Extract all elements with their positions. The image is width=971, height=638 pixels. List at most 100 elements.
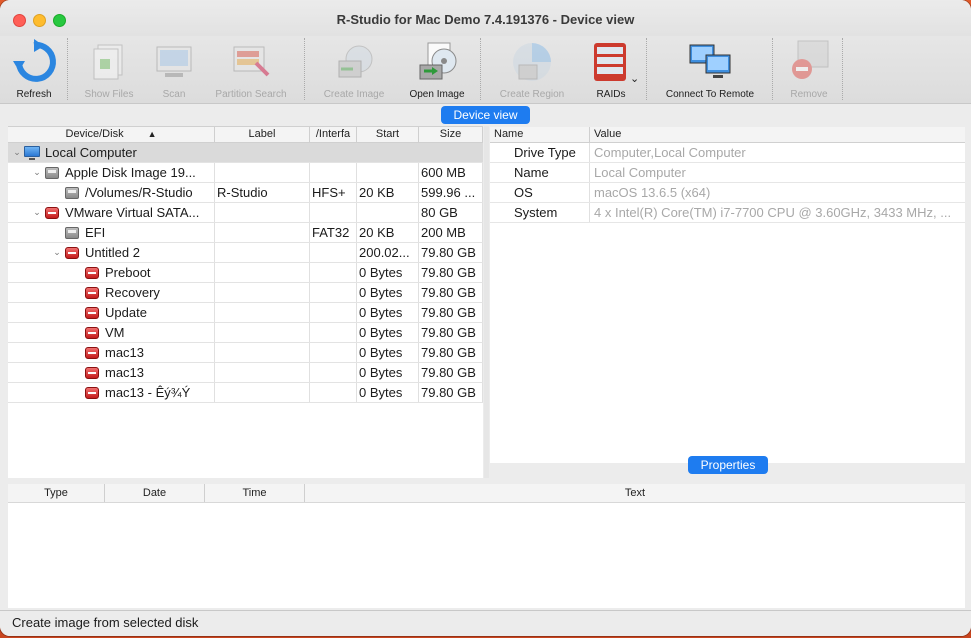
device-name: /Volumes/R-Studio: [85, 185, 193, 200]
container-icon: [64, 246, 80, 260]
device-name: VM: [105, 325, 125, 340]
scan-label: Scan: [162, 89, 186, 100]
col-date[interactable]: Date: [105, 484, 205, 502]
table-row[interactable]: EFI FAT32 20 KB 200 MB: [8, 223, 483, 243]
device-name: Update: [105, 305, 147, 320]
log-header: Type Date Time Text: [8, 484, 965, 503]
property-row[interactable]: Name Local Computer: [490, 163, 965, 183]
volume-icon: [64, 186, 80, 200]
raids-button[interactable]: RAIDs: [586, 36, 636, 102]
properties-panel: Name Value Drive Type Computer,Local Com…: [490, 127, 965, 463]
volume-icon: [84, 346, 100, 360]
status-bar: Create image from selected disk: [0, 610, 971, 636]
refresh-label: Refresh: [16, 89, 52, 100]
app-window: R-Studio for Mac Demo 7.4.191376 - Devic…: [0, 0, 971, 636]
refresh-button[interactable]: Refresh: [8, 36, 60, 102]
device-name: EFI: [85, 225, 106, 240]
create-region-button[interactable]: Create Region: [494, 36, 570, 102]
col-device-disk[interactable]: Device/Disk ▲: [8, 127, 215, 142]
partition-search-label: Partition Search: [215, 89, 287, 100]
raids-dropdown-chevron-icon[interactable]: ⌄: [630, 72, 639, 85]
col-size[interactable]: Size: [419, 127, 483, 142]
device-name: Preboot: [105, 265, 151, 280]
properties-header: Name Value: [490, 127, 965, 143]
col-interface[interactable]: /Interfa: [310, 127, 357, 142]
property-row[interactable]: System 4 x Intel(R) Core(TM) i7-7700 CPU…: [490, 203, 965, 223]
log-panel: Type Date Time Text: [8, 484, 965, 608]
device-name: Apple Disk Image 19...: [65, 165, 196, 180]
partition-search-icon: [228, 39, 274, 85]
open-image-label: Open Image: [409, 89, 465, 100]
device-table-header: Device/Disk ▲ Label /Interfa Start Size: [8, 127, 483, 143]
col-text[interactable]: Text: [305, 484, 965, 502]
device-name: VMware Virtual SATA...: [65, 205, 200, 220]
volume-icon: [84, 366, 100, 380]
create-image-icon: [331, 39, 377, 85]
remove-label: Remove: [790, 89, 828, 100]
table-row[interactable]: Update 0 Bytes 79.80 GB: [8, 303, 483, 323]
show-files-label: Show Files: [84, 89, 134, 100]
col-start[interactable]: Start: [357, 127, 419, 142]
table-row[interactable]: mac13 - Êý¾Ý 0 Bytes 79.80 GB: [8, 383, 483, 403]
raids-label: RAIDs: [596, 89, 626, 100]
properties-header-pill: Properties: [688, 456, 768, 474]
remove-button[interactable]: Remove: [784, 36, 834, 102]
open-image-icon: [414, 39, 460, 85]
table-row[interactable]: Preboot 0 Bytes 79.80 GB: [8, 263, 483, 283]
chevron-down-icon[interactable]: ⌄: [30, 203, 44, 222]
table-row[interactable]: ⌄ Local Computer: [8, 143, 483, 163]
property-row[interactable]: Drive Type Computer,Local Computer: [490, 143, 965, 163]
create-image-button[interactable]: Create Image: [316, 36, 392, 102]
create-region-icon: [509, 39, 555, 85]
table-row[interactable]: mac13 0 Bytes 79.80 GB: [8, 343, 483, 363]
chevron-down-icon[interactable]: ⌄: [10, 143, 24, 162]
create-image-label: Create Image: [323, 89, 385, 100]
col-label[interactable]: Label: [215, 127, 310, 142]
volume-icon: [84, 326, 100, 340]
volume-icon: [84, 286, 100, 300]
refresh-icon: [11, 39, 57, 85]
volume-icon: [84, 386, 100, 400]
chevron-down-icon[interactable]: ⌄: [30, 163, 44, 182]
table-row[interactable]: ⌄ Untitled 2 200.02... 79.80 GB: [8, 243, 483, 263]
window-title: R-Studio for Mac Demo 7.4.191376 - Devic…: [336, 12, 635, 27]
device-name: Recovery: [105, 285, 160, 300]
scan-icon: [151, 39, 197, 85]
scan-button[interactable]: Scan: [148, 36, 200, 102]
device-name: mac13 - Êý¾Ý: [105, 385, 191, 400]
open-image-button[interactable]: Open Image: [404, 36, 470, 102]
device-name: mac13: [105, 345, 145, 360]
col-type[interactable]: Type: [8, 484, 105, 502]
table-row[interactable]: Recovery 0 Bytes 79.80 GB: [8, 283, 483, 303]
device-name: Local Computer: [45, 145, 137, 160]
raids-icon: [588, 39, 634, 85]
hard-disk-icon: [44, 206, 60, 220]
col-value[interactable]: Value: [590, 127, 965, 142]
table-row[interactable]: ⌄ Apple Disk Image 19... 600 MB: [8, 163, 483, 183]
computer-icon: [24, 145, 40, 160]
volume-icon: [84, 306, 100, 320]
connect-to-remote-button[interactable]: Connect To Remote: [658, 36, 762, 102]
table-row[interactable]: /Volumes/R-Studio R-Studio HFS+ 20 KB 59…: [8, 183, 483, 203]
partition-search-button[interactable]: Partition Search: [206, 36, 296, 102]
disk-image-icon: [44, 166, 60, 180]
device-name: mac13: [105, 365, 145, 380]
table-row[interactable]: VM 0 Bytes 79.80 GB: [8, 323, 483, 343]
col-time[interactable]: Time: [205, 484, 305, 502]
show-files-icon: [86, 39, 132, 85]
table-row[interactable]: ⌄ VMware Virtual SATA... 80 GB: [8, 203, 483, 223]
title-bar: R-Studio for Mac Demo 7.4.191376 - Devic…: [0, 0, 971, 36]
create-region-label: Create Region: [499, 89, 565, 100]
col-name[interactable]: Name: [490, 127, 590, 142]
toolbar: Refresh Show Files Scan Partition Search…: [0, 36, 971, 104]
property-row[interactable]: OS macOS 13.6.5 (x64): [490, 183, 965, 203]
volume-icon: [84, 266, 100, 280]
connect-remote-label: Connect To Remote: [665, 89, 755, 100]
chevron-down-icon[interactable]: ⌄: [50, 243, 64, 262]
partition-icon: [64, 226, 80, 240]
connect-remote-icon: [687, 39, 733, 85]
vertical-splitter[interactable]: [484, 126, 489, 478]
show-files-button[interactable]: Show Files: [78, 36, 140, 102]
device-view-header: Device view: [441, 106, 530, 124]
table-row[interactable]: mac13 0 Bytes 79.80 GB: [8, 363, 483, 383]
